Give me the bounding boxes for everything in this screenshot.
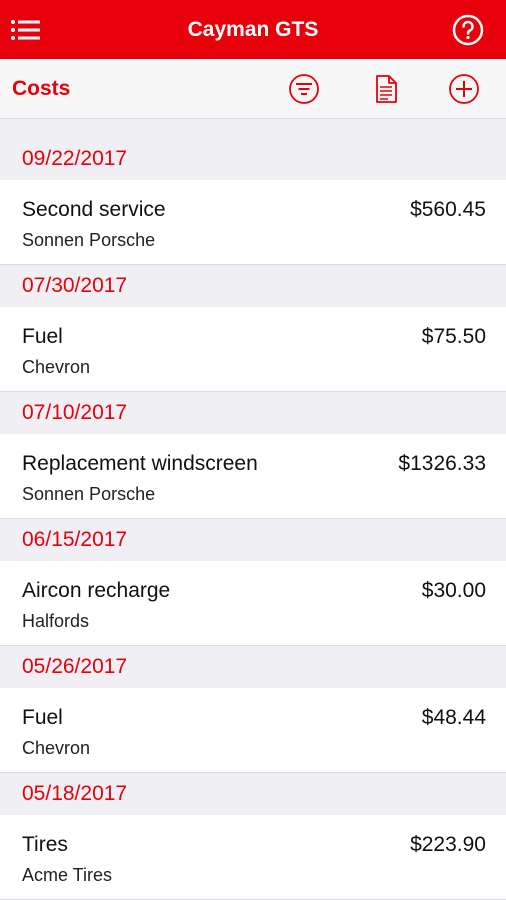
plus-circle-icon [449, 74, 479, 104]
filter-button[interactable] [288, 73, 320, 105]
filter-circle-icon [289, 74, 319, 104]
entry-vendor: Sonnen Porsche [22, 484, 156, 504]
entry-amount: $30.00 [421, 579, 486, 602]
help-button[interactable] [452, 14, 484, 46]
entry-vendor: Halfords [22, 611, 90, 631]
cost-entry[interactable]: Replacement windscreen Sonnen Porsche $1… [0, 434, 506, 519]
report-button[interactable] [370, 73, 402, 105]
entry-name: Fuel [22, 706, 63, 729]
entry-amount: $48.44 [421, 706, 486, 729]
add-cost-button[interactable] [448, 73, 480, 105]
entry-amount: $75.50 [421, 325, 486, 348]
cost-entry[interactable]: Second service Sonnen Porsche $560.45 [0, 180, 506, 265]
question-circle-icon [452, 14, 484, 46]
entry-name: Replacement windscreen [22, 452, 258, 475]
date-header: 05/26/2017 [0, 646, 506, 688]
cost-list: 09/22/2017 Second service Sonnen Porsche… [0, 138, 506, 900]
entry-vendor: Chevron [22, 357, 91, 377]
entry-vendor: Sonnen Porsche [22, 230, 156, 250]
entry-vendor: Chevron [22, 738, 91, 758]
entry-name: Aircon recharge [22, 579, 171, 602]
entry-vendor: Acme Tires [22, 865, 113, 885]
entry-amount: $223.90 [410, 833, 486, 856]
section-title: Costs [12, 77, 71, 100]
section-toolbar: Costs [0, 59, 506, 119]
cost-entry[interactable]: Fuel Chevron $75.50 [0, 307, 506, 392]
entry-name: Fuel [22, 325, 63, 348]
date-header: 06/15/2017 [0, 519, 506, 561]
cost-entry[interactable]: Fuel Chevron $48.44 [0, 688, 506, 773]
entry-amount: $1326.33 [398, 452, 486, 475]
date-header: 05/18/2017 [0, 773, 506, 815]
date-header: 07/10/2017 [0, 392, 506, 434]
entry-amount: $560.45 [410, 198, 486, 221]
page-title: Cayman GTS [187, 18, 319, 41]
entry-name: Second service [22, 198, 166, 221]
document-icon [376, 75, 397, 103]
cost-entry[interactable]: Aircon recharge Halfords $30.00 [0, 561, 506, 646]
app-header: Cayman GTS [0, 0, 506, 59]
date-header: 07/30/2017 [0, 265, 506, 307]
cost-entry[interactable]: Tires Acme Tires $223.90 [0, 815, 506, 900]
entry-name: Tires [22, 833, 68, 856]
date-header: 09/22/2017 [0, 138, 506, 180]
